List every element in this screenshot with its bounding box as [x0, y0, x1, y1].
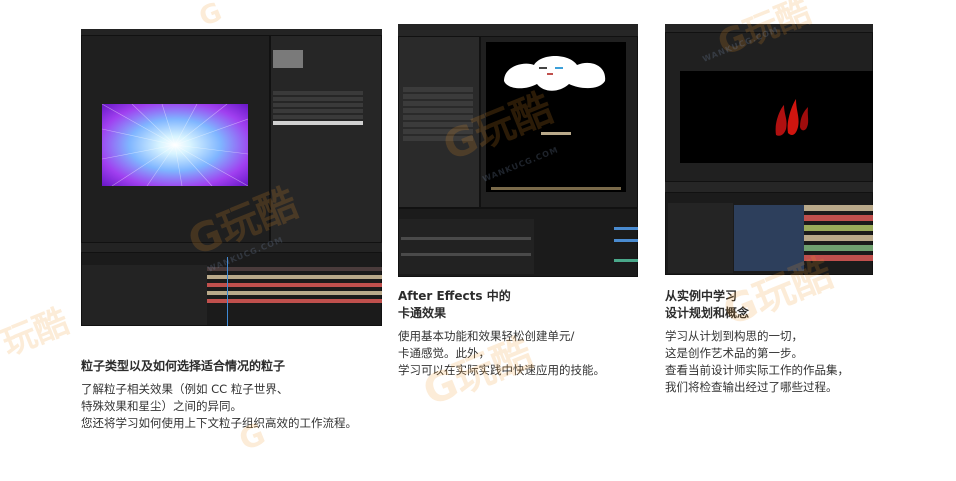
caption-cartoon: After Effects 中的 卡通效果 使用基本功能和效果轻松创建单元/ 卡…: [398, 288, 605, 379]
menu-bar: File Edit Composition Layer Effect Anima…: [398, 24, 638, 40]
composition-panel: [665, 32, 873, 182]
project-panel: [398, 36, 480, 208]
watermark-logo: 玩酷: [0, 301, 75, 365]
particle-burst-preview: [102, 104, 248, 186]
screenshot-cartoon: File Edit Composition Layer Effect Anima…: [398, 24, 638, 277]
watermark-logo: G: [195, 0, 227, 33]
caption-body: 使用基本功能和效果轻松创建单元/ 卡通感觉。此外， 学习可以在实际实践中快速应用…: [398, 329, 605, 377]
caption-body: 了解粒子相关效果（例如 CC 粒子世界、 特殊效果和星尘）之间的异同。 您还将学…: [81, 382, 357, 430]
project-panel: [270, 35, 382, 243]
red-flame-preview: [775, 99, 809, 136]
caption-body: 学习从计划到构思的一切， 这是创作艺术品的第一步。 查看当前设计师实际工作的作品…: [665, 329, 849, 394]
timeline-panel: [665, 192, 873, 275]
caption-title: After Effects 中的 卡通效果: [398, 289, 511, 320]
caption-title: 从实例中学习 设计规划和概念: [665, 289, 750, 320]
cartoon-shape-preview: [504, 56, 606, 91]
caption-title: 粒子类型以及如何选择适合情况的粒子: [81, 359, 286, 373]
screenshot-design: File Edit Composition Layer Effect: [665, 24, 873, 275]
composition-panel: [480, 36, 638, 208]
screenshot-particles: File Edit Composition Layer Effect Anima…: [81, 29, 382, 326]
caption-particles: 粒子类型以及如何选择适合情况的粒子 了解粒子相关效果（例如 CC 粒子世界、 特…: [81, 358, 357, 432]
caption-design: 从实例中学习 设计规划和概念 学习从计划到构思的一切， 这是创作艺术品的第一步。…: [665, 288, 849, 396]
timeline-panel: [398, 208, 638, 277]
